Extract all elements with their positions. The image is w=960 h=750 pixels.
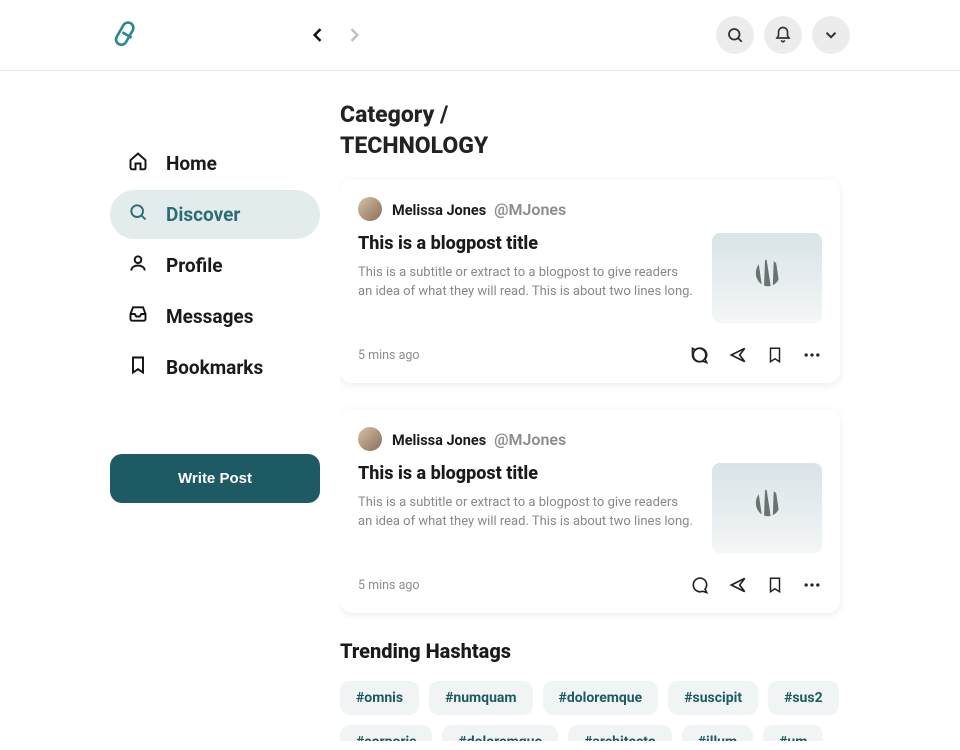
post-author-line: Melissa Jones @MJones: [392, 430, 566, 449]
top-bar: [0, 0, 960, 71]
more-button[interactable]: [802, 345, 822, 365]
sidebar-item-label: Profile: [166, 254, 223, 277]
write-post-button[interactable]: Write Post: [110, 454, 320, 503]
share-button[interactable]: [728, 345, 748, 365]
hashtag[interactable]: #suscipit: [668, 681, 758, 715]
post-title: This is a blogpost title: [358, 233, 694, 254]
home-icon: [128, 151, 148, 176]
author-name: Melissa Jones: [392, 202, 486, 219]
post-thumbnail: [712, 463, 822, 553]
search-icon: [128, 202, 148, 227]
sidebar-item-bookmarks[interactable]: Bookmarks: [110, 343, 320, 392]
more-button[interactable]: [802, 575, 822, 595]
sidebar-item-home[interactable]: Home: [110, 139, 320, 188]
search-button[interactable]: [716, 16, 754, 54]
post-subtitle: This is a subtitle or extract to a blogp…: [358, 264, 694, 302]
comment-button[interactable]: [690, 345, 710, 365]
breadcrumb-prefix: Category /: [340, 101, 448, 128]
logo-icon: [110, 18, 144, 52]
sidebar-item-messages[interactable]: Messages: [110, 292, 320, 341]
post-timestamp: 5 mins ago: [358, 578, 420, 593]
post-title: This is a blogpost title: [358, 463, 694, 484]
sidebar-item-label: Home: [166, 152, 217, 175]
post-card[interactable]: Melissa Jones @MJones This is a blogpost…: [340, 409, 840, 613]
share-button[interactable]: [728, 575, 748, 595]
bookmark-icon: [128, 355, 148, 380]
hashtag[interactable]: #doloremque: [442, 725, 558, 741]
hashtag[interactable]: #um: [763, 725, 823, 741]
bookmark-button[interactable]: [766, 575, 784, 595]
history-nav: [302, 19, 370, 51]
sidebar-item-label: Discover: [166, 203, 240, 226]
author-handle: @MJones: [494, 430, 566, 449]
user-icon: [128, 253, 148, 278]
account-menu-button[interactable]: [812, 16, 850, 54]
author-handle: @MJones: [494, 200, 566, 219]
hashtag[interactable]: #doloremque: [543, 681, 659, 715]
hashtag[interactable]: #architecto: [568, 725, 672, 741]
hashtag[interactable]: #corporis: [340, 725, 432, 741]
post-thumbnail: [712, 233, 822, 323]
breadcrumb-current: TECHNOLOGY: [340, 132, 488, 159]
inbox-icon: [128, 304, 148, 329]
trending-title: Trending Hashtags: [340, 639, 840, 663]
hashtag[interactable]: #illum: [682, 725, 753, 741]
forward-button[interactable]: [338, 19, 370, 51]
avatar[interactable]: [358, 427, 382, 451]
sidebar-item-label: Messages: [166, 305, 253, 328]
post-timestamp: 5 mins ago: [358, 348, 420, 363]
author-name: Melissa Jones: [392, 432, 486, 449]
sidebar: Home Discover Profile Messages Bookmarks…: [110, 99, 320, 741]
breadcrumb: Category / TECHNOLOGY: [340, 99, 840, 161]
avatar[interactable]: [358, 197, 382, 221]
back-button[interactable]: [302, 19, 334, 51]
main-content: Category / TECHNOLOGY Melissa Jones @MJo…: [340, 99, 850, 741]
sidebar-item-label: Bookmarks: [166, 356, 263, 379]
top-actions: [716, 16, 850, 54]
hashtag[interactable]: #numquam: [429, 681, 532, 715]
notifications-button[interactable]: [764, 16, 802, 54]
hashtag[interactable]: #sus2: [768, 681, 839, 715]
comment-button[interactable]: [690, 575, 710, 595]
hashtag[interactable]: #omnis: [340, 681, 419, 715]
bookmark-button[interactable]: [766, 345, 784, 365]
trending-tags: #omnis #numquam #doloremque #suscipit #s…: [340, 681, 840, 741]
sidebar-item-profile[interactable]: Profile: [110, 241, 320, 290]
post-author-line: Melissa Jones @MJones: [392, 200, 566, 219]
sidebar-item-discover[interactable]: Discover: [110, 190, 320, 239]
post-card[interactable]: Melissa Jones @MJones This is a blogpost…: [340, 179, 840, 383]
post-subtitle: This is a subtitle or extract to a blogp…: [358, 494, 694, 532]
